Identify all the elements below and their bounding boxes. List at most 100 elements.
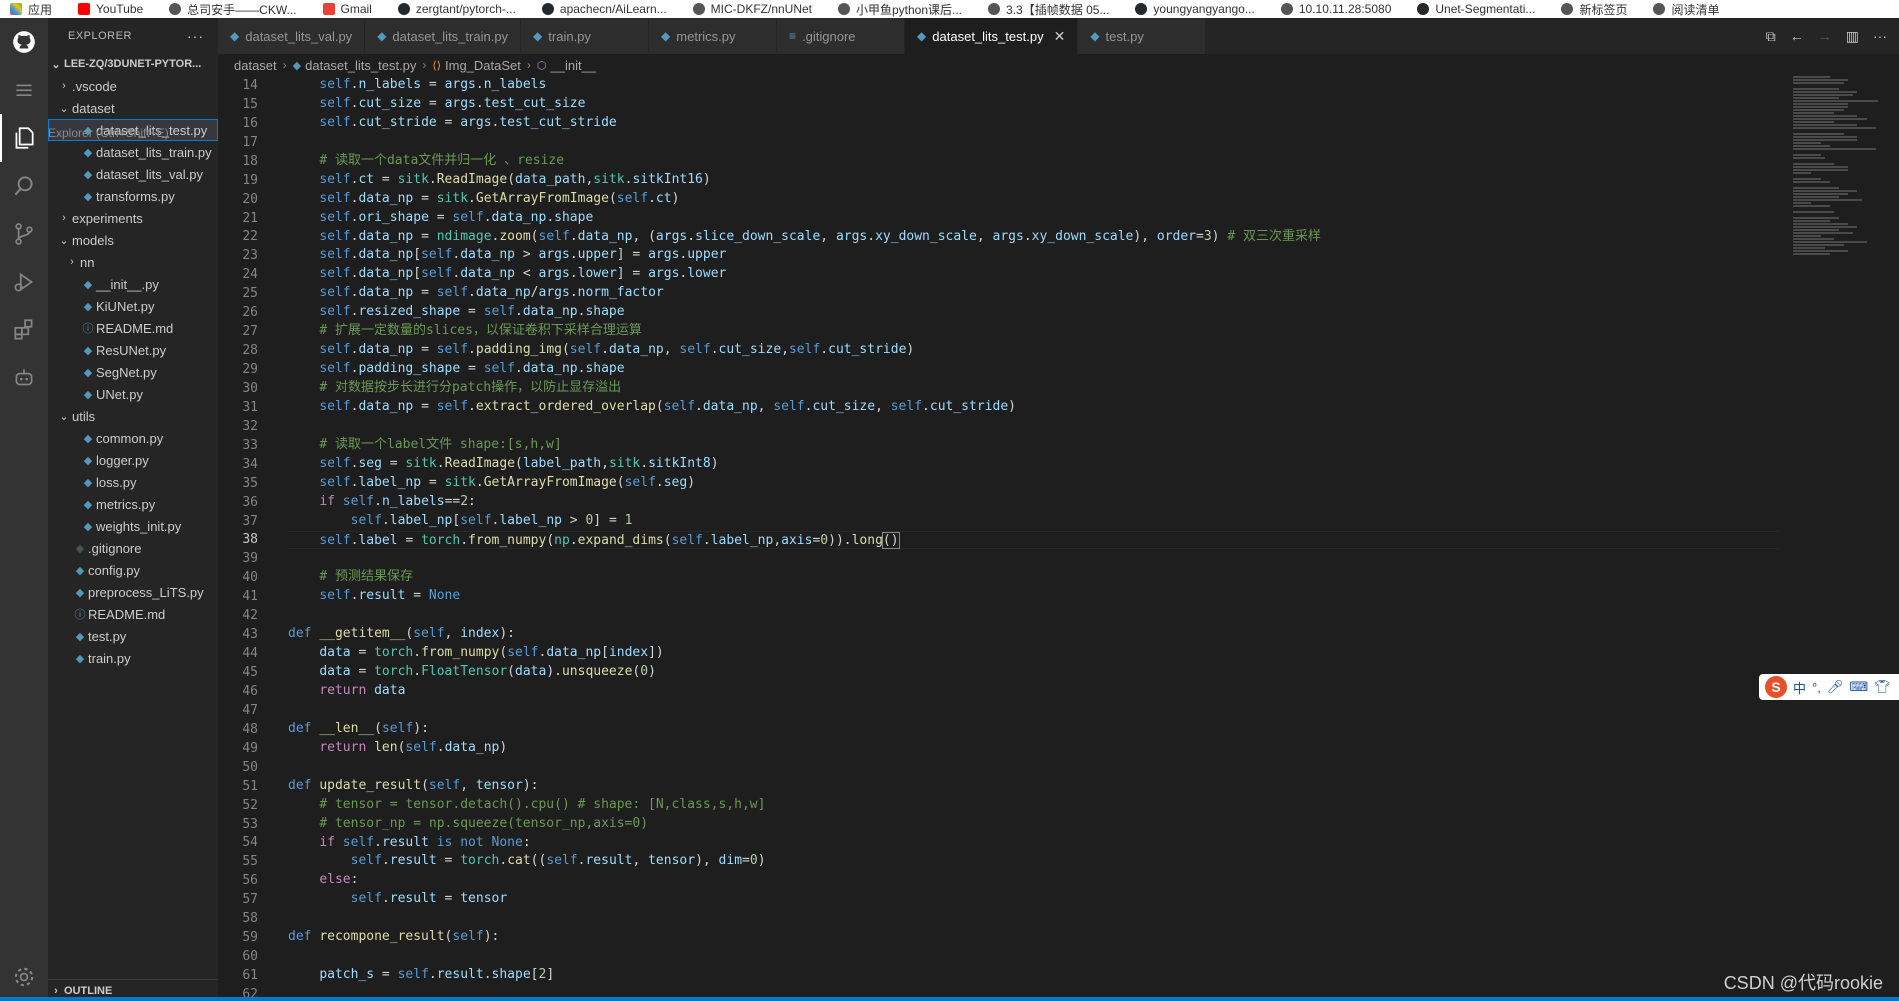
explorer-icon[interactable]	[0, 114, 48, 162]
code-line[interactable]: self.result = tensor	[288, 890, 1779, 909]
code-line[interactable]: self.data_np[self.data_np < args.lower] …	[288, 265, 1779, 284]
code-line[interactable]: patch_s = self.result.shape[2]	[288, 966, 1779, 985]
editor-tab[interactable]: ◆ test.py	[1078, 18, 1207, 54]
code-line[interactable]: self.resized_shape = self.data_np.shape	[288, 303, 1779, 322]
ime-toolbar[interactable]: S 中 °, 🎤︎ ⌨ 👕︎	[1759, 674, 1899, 700]
more-actions-icon[interactable]: ···	[1873, 28, 1887, 44]
code-line[interactable]: self.label = torch.from_numpy(np.expand_…	[288, 530, 1779, 550]
code-line[interactable]: return data	[288, 682, 1779, 701]
code-line[interactable]: self.data_np = ndimage.zoom(self.data_np…	[288, 228, 1779, 247]
code-line[interactable]: def recompone_result(self):	[288, 928, 1779, 947]
bookmark-item[interactable]: zergtant/pytorch-...	[397, 2, 516, 16]
editor-tab[interactable]: ◆ metrics.py	[649, 18, 778, 54]
code-line[interactable]: # tensor = tensor.detach().cpu() # shape…	[288, 796, 1779, 815]
editor-tab[interactable]: ◆ dataset_lits_val.py	[218, 18, 366, 54]
code-line[interactable]: self.ct = sitk.ReadImage(data_path,sitk.…	[288, 171, 1779, 190]
code-line[interactable]	[288, 417, 1779, 436]
editor-tab[interactable]: ◆ dataset_lits_train.py	[365, 18, 522, 54]
code-line[interactable]: if self.result is not None:	[288, 834, 1779, 853]
code-line[interactable]: self.data_np = self.padding_img(self.dat…	[288, 341, 1779, 360]
code-line[interactable]: # 扩展一定数量的slices，以保证卷积下采样合理运算	[288, 322, 1779, 341]
code-line[interactable]	[288, 758, 1779, 777]
run-debug-icon[interactable]	[0, 258, 48, 306]
code-line[interactable]: # 读取一个label文件 shape:[s,h,w]	[288, 436, 1779, 455]
code-line[interactable]: self.cut_size = args.test_cut_size	[288, 95, 1779, 114]
bookmark-item[interactable]: Unet-Segmentati...	[1417, 2, 1535, 16]
editor-tab[interactable]: ◆ train.py	[521, 18, 650, 54]
bookmark-item[interactable]: Gmail	[322, 2, 372, 16]
code-line[interactable]: def __getitem__(self, index):	[288, 625, 1779, 644]
tree-file[interactable]: ◆ logger.py	[48, 449, 218, 471]
code-line[interactable]: else:	[288, 871, 1779, 890]
tree-folder[interactable]: ⌄ models	[48, 229, 218, 251]
code-line[interactable]: data = torch.from_numpy(self.data_np[ind…	[288, 644, 1779, 663]
code-line[interactable]: self.data_np = sitk.GetArrayFromImage(se…	[288, 190, 1779, 209]
settings-gear-icon[interactable]	[0, 953, 48, 1001]
breadcrumb-item[interactable]: ◆ dataset_lits_test.py	[293, 58, 417, 73]
bookmark-item[interactable]: 应用	[10, 1, 52, 18]
tree-file[interactable]: ◆ loss.py	[48, 471, 218, 493]
bookmark-item[interactable]: 总司安手——CKW...	[169, 1, 297, 18]
tree-file[interactable]: ⓘ README.md	[48, 603, 218, 625]
tree-file[interactable]: ◆ KiUNet.py	[48, 295, 218, 317]
bookmark-item[interactable]: 小甲鱼python课后...	[838, 1, 962, 18]
code-editor[interactable]: 14 15 16 17 18 19 20 21 22 23 24 25 26 27 28 29 30 31 32 33…	[218, 76, 1899, 1001]
go-back-icon[interactable]: ←	[1790, 28, 1804, 44]
tree-folder[interactable]: › experiments	[48, 207, 218, 229]
code-line[interactable]: self.label_np[self.label_np > 0] = 1	[288, 512, 1779, 531]
breadcrumb-item[interactable]: ⬡ __init__	[537, 58, 596, 73]
code-line[interactable]: self.seg = sitk.ReadImage(label_path,sit…	[288, 455, 1779, 474]
tree-folder[interactable]: ⌄ utils	[48, 405, 218, 427]
code-line[interactable]: def __len__(self):	[288, 720, 1779, 739]
code-line[interactable]: self.data_np = self.extract_ordered_over…	[288, 398, 1779, 417]
code-line[interactable]: self.n_labels = args.n_labels	[288, 76, 1779, 95]
search-icon[interactable]	[0, 162, 48, 210]
bookmark-item[interactable]: youngyangyango...	[1135, 2, 1255, 16]
breadcrumb-item[interactable]: ⟨⟩ Img_DataSet	[432, 58, 520, 73]
code-line[interactable]: # 预测结果保存	[288, 568, 1779, 587]
tree-file[interactable]: ◆ UNet.py	[48, 383, 218, 405]
minimap[interactable]	[1793, 76, 1885, 356]
code-line[interactable]: self.padding_shape = self.data_np.shape	[288, 360, 1779, 379]
tree-file[interactable]: ◆ dataset_lits_val.py	[48, 163, 218, 185]
code-line[interactable]	[288, 909, 1779, 928]
tree-file[interactable]: ◆ common.py	[48, 427, 218, 449]
code-line[interactable]: self.result = None	[288, 587, 1779, 606]
tree-file[interactable]: ◆ .gitignore	[48, 537, 218, 559]
tree-file[interactable]: ◆ __init__.py	[48, 273, 218, 295]
code-line[interactable]: return len(self.data_np)	[288, 739, 1779, 758]
workspace-root[interactable]: ⌄ LEE-ZQ/3DUNET-PYTOR...	[48, 53, 218, 75]
tree-file[interactable]: ◆ dataset_lits_test.py	[48, 119, 218, 141]
code-content[interactable]: self.n_labels = args.n_labels self.cut_s…	[288, 76, 1779, 1001]
tree-file[interactable]: ◆ SegNet.py	[48, 361, 218, 383]
tree-file[interactable]: ◆ transforms.py	[48, 185, 218, 207]
more-actions-icon[interactable]: ···	[187, 28, 204, 44]
bookmark-item[interactable]: 3.3【插帧数据 05...	[988, 1, 1109, 18]
bookmark-item[interactable]: MIC-DKFZ/nnUNet	[692, 2, 812, 16]
tree-file[interactable]: ◆ preprocess_LiTS.py	[48, 581, 218, 603]
bookmark-item[interactable]: YouTube	[78, 2, 143, 16]
code-line[interactable]: # 读取一个data文件并归一化 、resize	[288, 152, 1779, 171]
bookmark-item[interactable]: 新标签页	[1561, 1, 1627, 18]
code-line[interactable]: # 对数据按步长进行分patch操作，以防止显存溢出	[288, 379, 1779, 398]
code-line[interactable]: def update_result(self, tensor):	[288, 777, 1779, 796]
tree-file[interactable]: ◆ ResUNet.py	[48, 339, 218, 361]
breadcrumb-item[interactable]: dataset	[234, 58, 277, 73]
tree-file[interactable]: ◆ test.py	[48, 625, 218, 647]
tree-folder[interactable]: › nn	[48, 251, 218, 273]
tree-file[interactable]: ◆ weights_init.py	[48, 515, 218, 537]
code-line[interactable]	[288, 701, 1779, 720]
source-control-icon[interactable]	[0, 210, 48, 258]
code-line[interactable]: data = torch.FloatTensor(data).unsqueeze…	[288, 663, 1779, 682]
code-line[interactable]: self.result = torch.cat((self.result, te…	[288, 852, 1779, 871]
go-forward-icon[interactable]: →	[1818, 28, 1832, 44]
code-line[interactable]: # tensor_np = np.squeeze(tensor_np,axis=…	[288, 815, 1779, 834]
open-changes-icon[interactable]: ⧉	[1766, 28, 1776, 45]
code-line[interactable]: self.data_np[self.data_np > args.upper] …	[288, 246, 1779, 265]
tree-file[interactable]: ◆ train.py	[48, 647, 218, 669]
bookmark-item[interactable]: 阅读清单	[1653, 1, 1719, 18]
extensions-icon[interactable]	[0, 306, 48, 354]
code-line[interactable]: if self.n_labels==2:	[288, 493, 1779, 512]
editor-tab[interactable]: ≡ .gitignore	[777, 18, 906, 54]
tree-folder[interactable]: › .vscode	[48, 75, 218, 97]
